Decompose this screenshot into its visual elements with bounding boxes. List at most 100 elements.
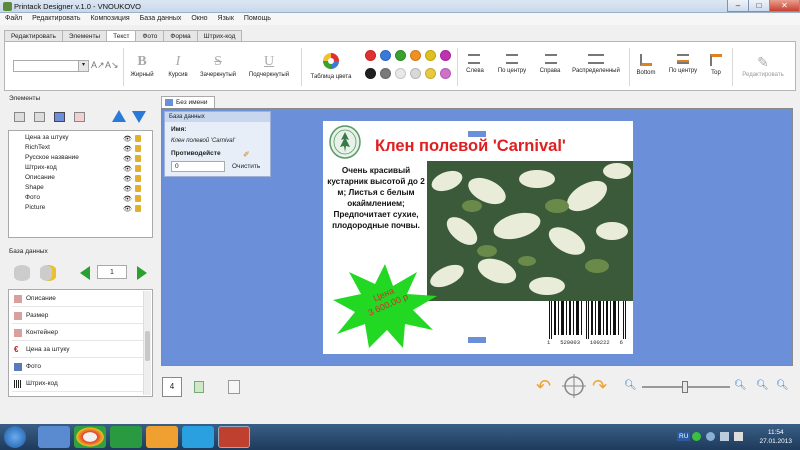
database-icon[interactable] bbox=[14, 265, 30, 281]
menu-edit[interactable]: Редактировать bbox=[32, 13, 80, 25]
color-swatch[interactable] bbox=[410, 50, 421, 61]
center-view-icon[interactable] bbox=[562, 374, 586, 398]
list-item[interactable]: Цена за штуку 👁 bbox=[25, 134, 150, 144]
lock-icon[interactable] bbox=[135, 175, 141, 182]
align-right-button[interactable]: Справа bbox=[535, 42, 565, 90]
color-swatch[interactable] bbox=[395, 68, 406, 79]
tab-photo[interactable]: Фото bbox=[135, 30, 165, 41]
list-item[interactable]: Описание bbox=[12, 291, 144, 307]
page-view-button[interactable]: 4 bbox=[162, 377, 182, 397]
eye-icon[interactable]: 👁 bbox=[123, 155, 132, 163]
lock-icon[interactable] bbox=[135, 165, 141, 172]
resize-handle[interactable] bbox=[468, 337, 486, 343]
list-item[interactable]: Picture 👁 bbox=[25, 204, 150, 214]
network-tray-icon[interactable] bbox=[720, 432, 729, 441]
move-down-icon[interactable] bbox=[132, 111, 146, 123]
lock-icon[interactable] bbox=[135, 145, 141, 152]
color-swatch[interactable] bbox=[425, 68, 436, 79]
list-item[interactable]: RichText 👁 bbox=[25, 144, 150, 154]
list-item[interactable]: Штрих-код bbox=[12, 376, 144, 392]
document-tab[interactable]: Без имени bbox=[161, 96, 215, 108]
menu-composition[interactable]: Композиция bbox=[90, 13, 129, 25]
valign-bottom-button[interactable]: Bottom bbox=[632, 42, 660, 90]
copy-element-icon[interactable] bbox=[34, 112, 45, 122]
eye-icon[interactable]: 👁 bbox=[123, 165, 132, 173]
zoom-slider-thumb[interactable] bbox=[682, 381, 688, 393]
color-table-button[interactable]: Таблица цвета bbox=[305, 42, 357, 90]
tab-edit[interactable]: Редактировать bbox=[4, 30, 63, 41]
network-taskbar-icon[interactable] bbox=[110, 426, 142, 448]
italic-button[interactable]: I Курсив bbox=[163, 42, 193, 90]
rotate-right-icon[interactable]: ↷ bbox=[592, 376, 607, 397]
database-list-scrollbar[interactable] bbox=[143, 291, 151, 395]
zoom-slider[interactable] bbox=[642, 381, 730, 393]
add-element-icon[interactable] bbox=[14, 112, 25, 122]
color-swatch[interactable] bbox=[440, 68, 451, 79]
skype-taskbar-icon[interactable] bbox=[182, 426, 214, 448]
counter-field[interactable]: 0 bbox=[171, 161, 225, 172]
move-up-icon[interactable] bbox=[112, 110, 126, 122]
clear-button[interactable]: Очистить bbox=[232, 163, 260, 170]
color-swatch[interactable] bbox=[365, 50, 376, 61]
list-item[interactable]: Русское название 👁 bbox=[25, 154, 150, 164]
list-item[interactable]: Контейнер bbox=[12, 325, 144, 341]
lock-icon[interactable] bbox=[135, 205, 141, 212]
menu-window[interactable]: Окно bbox=[191, 13, 207, 25]
color-swatch[interactable] bbox=[440, 50, 451, 61]
save-element-icon[interactable] bbox=[54, 112, 65, 122]
rotate-left-icon[interactable]: ↶ bbox=[536, 376, 551, 397]
tab-shape[interactable]: Форма bbox=[163, 30, 198, 41]
tray-icon[interactable] bbox=[692, 432, 701, 441]
eye-icon[interactable]: 👁 bbox=[123, 205, 132, 213]
tray-icon[interactable] bbox=[706, 432, 715, 441]
eye-icon[interactable]: 👁 bbox=[123, 195, 132, 203]
broom-icon[interactable]: ✐ bbox=[243, 150, 250, 159]
eye-icon[interactable]: 👁 bbox=[123, 135, 132, 143]
color-swatch[interactable] bbox=[410, 68, 421, 79]
list-item[interactable]: Shape 👁 bbox=[25, 184, 150, 194]
align-left-button[interactable]: Слева bbox=[460, 42, 490, 90]
list-item[interactable]: Штрих-код 👁 bbox=[25, 164, 150, 174]
word-taskbar-icon[interactable] bbox=[38, 426, 70, 448]
color-swatch[interactable] bbox=[380, 68, 391, 79]
mail-taskbar-icon[interactable] bbox=[146, 426, 178, 448]
list-item[interactable]: Фото 👁 bbox=[25, 194, 150, 204]
maximize-button[interactable]: □ bbox=[748, 0, 770, 12]
close-button[interactable]: ✕ bbox=[769, 0, 800, 12]
zoom-out-icon[interactable]: 🔍︎ bbox=[624, 380, 637, 391]
label-card[interactable]: Клен полевой 'Carnival' Очень красивый к… bbox=[323, 121, 633, 354]
list-item[interactable]: Фото bbox=[12, 359, 144, 375]
strikethrough-button[interactable]: S Зачеркнутый bbox=[196, 42, 240, 90]
lock-icon[interactable] bbox=[135, 185, 141, 192]
menu-file[interactable]: Файл bbox=[5, 13, 22, 25]
edit-text-button[interactable]: ✎ Редактировать bbox=[735, 42, 791, 90]
delete-element-icon[interactable] bbox=[74, 112, 85, 122]
zoom-fit-icon[interactable]: 🔍︎ bbox=[756, 380, 769, 391]
tab-barcode[interactable]: Штрих-код bbox=[196, 30, 243, 41]
color-swatch[interactable] bbox=[425, 50, 436, 61]
minimize-button[interactable]: ‒ bbox=[727, 0, 749, 12]
add-page-icon[interactable] bbox=[194, 381, 204, 393]
align-justify-button[interactable]: Распределенный bbox=[567, 42, 625, 90]
color-swatch[interactable] bbox=[380, 50, 391, 61]
bold-button[interactable]: B Жирный bbox=[127, 42, 157, 90]
eye-icon[interactable]: 👁 bbox=[123, 185, 132, 193]
chrome-taskbar-icon[interactable] bbox=[74, 426, 106, 448]
color-swatch[interactable] bbox=[365, 68, 376, 79]
valign-center-button[interactable]: По центру bbox=[665, 42, 701, 90]
menu-help[interactable]: Помощь bbox=[244, 13, 271, 25]
lock-icon[interactable] bbox=[135, 135, 141, 142]
decrease-font-icon[interactable]: A↘ bbox=[105, 60, 119, 71]
underline-button[interactable]: U Подчеркнутый bbox=[244, 42, 294, 90]
eye-icon[interactable]: 👁 bbox=[123, 145, 132, 153]
color-swatch[interactable] bbox=[395, 50, 406, 61]
next-record-icon[interactable] bbox=[137, 266, 147, 280]
align-center-button[interactable]: По центру bbox=[493, 42, 531, 90]
list-item[interactable]: Размер bbox=[12, 308, 144, 324]
font-size-combo[interactable]: ▾ bbox=[13, 60, 89, 72]
menu-language[interactable]: Язык bbox=[218, 13, 234, 25]
increase-font-icon[interactable]: A↗ bbox=[91, 60, 105, 71]
delete-page-icon[interactable] bbox=[228, 380, 240, 394]
printack-taskbar-icon[interactable] bbox=[218, 426, 250, 448]
menu-database[interactable]: База данных bbox=[140, 13, 182, 25]
